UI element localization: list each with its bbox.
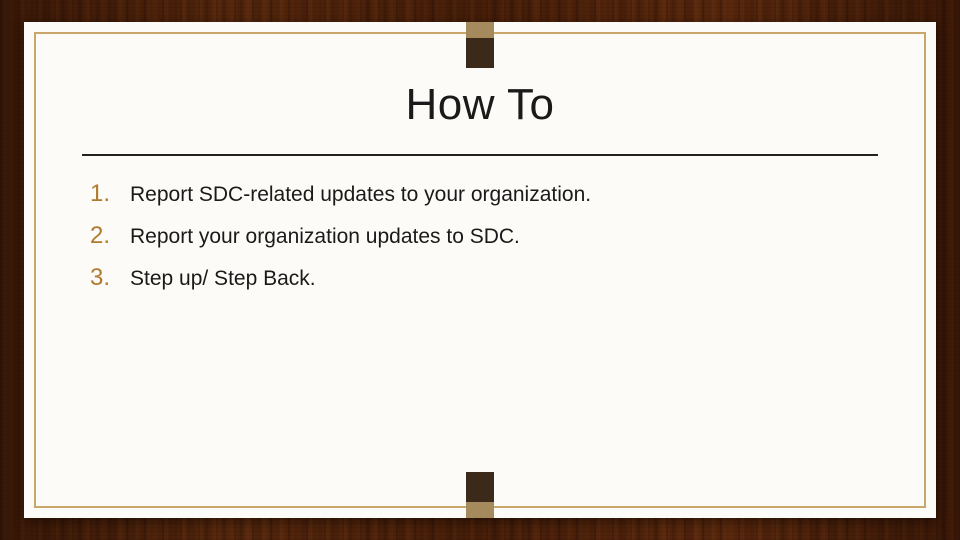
item-number: 1. [90, 180, 116, 208]
title-rule [82, 154, 878, 156]
clip-bottom-icon [466, 472, 494, 518]
item-text: Step up/ Step Back. [130, 267, 316, 291]
slide-panel: How To 1. Report SDC-related updates to … [24, 22, 936, 518]
numbered-list: 1. Report SDC-related updates to your or… [82, 180, 878, 292]
clip-top-icon [466, 22, 494, 68]
list-item: 1. Report SDC-related updates to your or… [90, 180, 878, 208]
slide-title: How To [82, 72, 878, 154]
item-text: Report your organization updates to SDC. [130, 225, 520, 249]
list-item: 2. Report your organization updates to S… [90, 222, 878, 250]
content-area: How To 1. Report SDC-related updates to … [82, 72, 878, 478]
item-number: 2. [90, 222, 116, 250]
item-number: 3. [90, 264, 116, 292]
list-item: 3. Step up/ Step Back. [90, 264, 878, 292]
item-text: Report SDC-related updates to your organ… [130, 183, 591, 207]
